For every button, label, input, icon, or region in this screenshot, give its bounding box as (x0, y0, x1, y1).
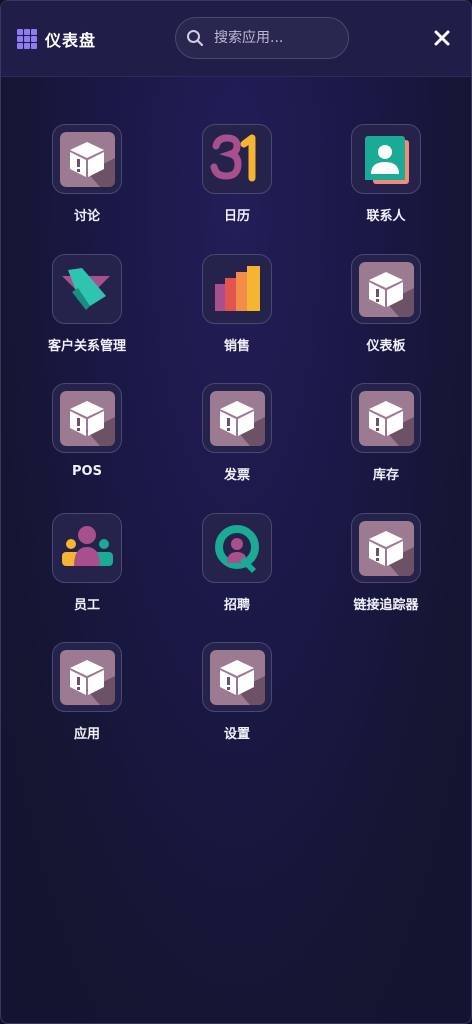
app-tile (52, 124, 122, 194)
app-tile (52, 383, 122, 453)
calendar-31-icon (210, 134, 256, 182)
app-tile (52, 642, 122, 712)
generic-box-icon (210, 650, 265, 705)
app-tile (202, 383, 272, 453)
app-tile (202, 642, 272, 712)
sales-bar-chart-icon (215, 266, 260, 311)
generic-box-icon (60, 132, 115, 187)
top-bar: 仪表盘 (1, 1, 471, 77)
app-label: 应用 (73, 727, 100, 742)
contacts-icon (365, 136, 409, 184)
search-icon (187, 30, 204, 47)
app-calendar[interactable]: 日历 (167, 76, 307, 224)
app-crm[interactable]: 客户关系管理 (17, 206, 157, 354)
app-sales[interactable]: 销售 (167, 206, 307, 354)
brand[interactable]: 仪表盘 (17, 27, 96, 51)
app-settings[interactable]: 设置 (167, 594, 307, 742)
app-label: 设置 (223, 727, 250, 742)
app-tile (351, 124, 421, 194)
app-launcher-panel: 仪表盘 搜索应用... 讨论 日历 联系人 客户关系管理 销售 仪表板 POS … (0, 0, 472, 1024)
app-tile (52, 513, 122, 583)
app-tile (52, 254, 122, 324)
app-label: 链接追踪器 (353, 598, 419, 613)
app-apps[interactable]: 应用 (17, 594, 157, 742)
generic-box-icon (359, 521, 414, 576)
generic-box-icon (210, 391, 265, 446)
app-tile (202, 124, 272, 194)
app-employees[interactable]: 员工 (17, 465, 157, 613)
app-link-tracker[interactable]: 链接追踪器 (316, 465, 456, 613)
app-grid-icon (17, 29, 37, 49)
app-tile (202, 254, 272, 324)
app-tile (202, 513, 272, 583)
app-pos[interactable]: POS (17, 335, 157, 479)
generic-box-icon (60, 391, 115, 446)
app-contacts[interactable]: 联系人 (316, 76, 456, 224)
app-tile (351, 254, 421, 324)
app-dashboards[interactable]: 仪表板 (316, 206, 456, 354)
crm-handshake-icon (62, 268, 110, 310)
generic-box-icon (359, 262, 414, 317)
app-inventory[interactable]: 库存 (316, 335, 456, 483)
recruitment-icon (215, 525, 259, 573)
app-recruitment[interactable]: 招聘 (167, 465, 307, 613)
generic-box-icon (60, 650, 115, 705)
search-box[interactable] (175, 17, 349, 59)
generic-box-icon (359, 391, 414, 446)
employees-icon (62, 526, 113, 566)
app-invoicing[interactable]: 发票 (167, 335, 307, 483)
search-input[interactable] (212, 29, 336, 47)
app-tile (351, 383, 421, 453)
page-title: 仪表盘 (45, 31, 97, 50)
close-button[interactable] (431, 27, 453, 49)
app-discuss[interactable]: 讨论 (17, 76, 157, 224)
close-icon (434, 30, 450, 46)
app-tile (351, 513, 421, 583)
